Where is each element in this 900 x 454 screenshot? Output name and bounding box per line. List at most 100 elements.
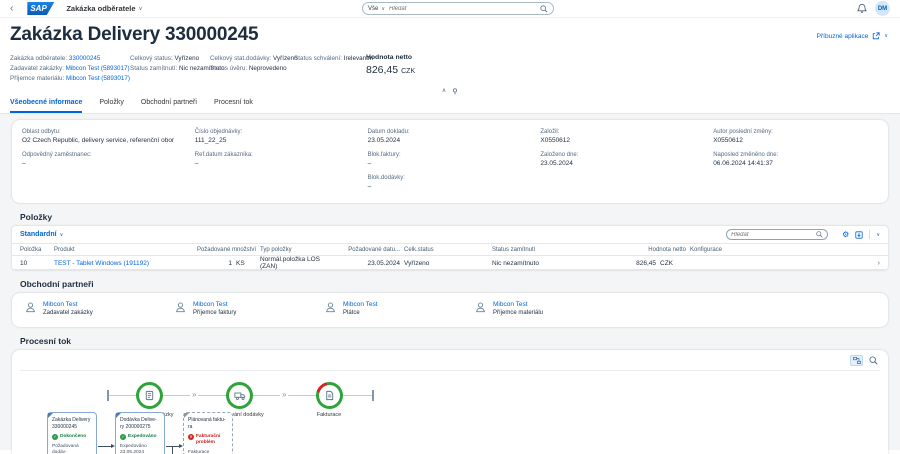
- export-menu-chevron[interactable]: ∨: [876, 231, 880, 239]
- field-label: Příjemce materiálu:: [10, 75, 64, 82]
- back-icon[interactable]: ‹: [10, 4, 13, 14]
- table-row[interactable]: 10 TEST - Tablet Windows (191192) 1 KS N…: [12, 256, 888, 270]
- partner-name-link[interactable]: Mibcon Test: [493, 301, 543, 308]
- field-label: Blok.dodávky:: [368, 174, 533, 182]
- chevron-down-icon[interactable]: ∨: [60, 232, 64, 238]
- shell-search[interactable]: Vše ∨: [362, 2, 554, 15]
- col-header[interactable]: Hodnota netto: [596, 247, 686, 253]
- stage-label: Fakturace: [287, 412, 371, 418]
- cell-unit: KS: [236, 260, 256, 267]
- person-icon: [174, 301, 187, 314]
- col-header[interactable]: Položka: [20, 247, 50, 253]
- process-flow-toolbar: [12, 350, 888, 370]
- chevron-down-icon[interactable]: ∨: [381, 6, 385, 12]
- flow-card-order[interactable]: Zakázka Delivery330000245 ✓Dokončeno Pož…: [47, 412, 97, 454]
- double-chevron-icon: »: [190, 390, 198, 400]
- field-value-link[interactable]: Mibcon Test (5893017): [66, 65, 130, 72]
- flow-start-marker: [107, 390, 109, 401]
- field-value-link[interactable]: Mibcon Test (5893017): [66, 75, 130, 82]
- field-value: 23.05.2024: [368, 137, 533, 145]
- partner-name-link[interactable]: Mibcon Test: [43, 301, 93, 308]
- tab-items[interactable]: Položky: [99, 96, 124, 113]
- field-value: –: [195, 160, 360, 168]
- col-header[interactable]: Status zamítnutí: [492, 247, 592, 253]
- partner-entry: Mibcon TestPříjemce materiálu: [474, 301, 624, 319]
- chevron-down-icon[interactable]: ∨: [139, 6, 143, 12]
- items-toolbar: Standardní ∨ ⚙ ∨: [12, 226, 888, 243]
- cell-type: Normál.položka LOS (ZAN): [260, 256, 336, 270]
- flow-arrow: [98, 446, 112, 447]
- partner-entry: Mibcon TestPříjemce faktury: [174, 301, 324, 319]
- items-search-input[interactable]: [731, 232, 816, 238]
- field-label: Blok.faktury:: [368, 151, 533, 159]
- info-col: Datum dokladu:23.05.2024 Blok.faktury:– …: [368, 128, 533, 197]
- flow-branch-line: [172, 446, 173, 454]
- stage-node-billing[interactable]: [316, 382, 343, 409]
- cell-currency: CZK: [660, 260, 686, 267]
- partner-name-link[interactable]: Mibcon Test: [343, 301, 378, 308]
- items-table-header: Položka Produkt Požadované množství Typ …: [12, 243, 888, 256]
- tab-partners[interactable]: Obchodní partneři: [141, 96, 197, 113]
- shell-bar: ‹ SAP Zakázka odběratele ∨ Vše ∨ DM: [0, 0, 900, 18]
- header-field: Celkový status: Vyřízeno: [130, 54, 210, 64]
- info-field: Ref.datum zákazníka:–: [195, 151, 360, 168]
- flow-card-title: Zakázka Delivery: [52, 417, 90, 423]
- field-label: Datum dokladu:: [368, 128, 533, 136]
- divider: [20, 370, 880, 371]
- items-search[interactable]: [726, 229, 828, 240]
- zoom-icon[interactable]: [869, 356, 878, 365]
- stage-node-delivery[interactable]: [226, 382, 253, 409]
- export-icon[interactable]: [855, 231, 863, 239]
- field-value-link[interactable]: 330000245: [69, 55, 101, 62]
- header-col-identifiers: Zakázka odběratele: 330000245 Zadavatel …: [10, 54, 130, 84]
- flow-card-title: Dodávka Delive-: [120, 417, 157, 423]
- pin-header-button[interactable]: [452, 88, 458, 95]
- page: ‹ SAP Zakázka odběratele ∨ Vše ∨ DM Zaká…: [0, 0, 900, 454]
- shell-app-title[interactable]: Zakázka odběratele: [66, 4, 135, 13]
- col-header[interactable]: Typ položky: [260, 247, 336, 253]
- col-header[interactable]: Produkt: [54, 247, 158, 253]
- header-net-value: Hodnota netto 826,45CZK: [366, 54, 890, 84]
- search-icon[interactable]: [816, 231, 823, 238]
- search-scope[interactable]: Vše: [368, 6, 378, 12]
- view-selector[interactable]: Standardní: [20, 231, 57, 238]
- process-flow-section-heading: Procesní tok: [20, 336, 888, 346]
- info-field: Odpovědný zaměstnanec:–: [22, 151, 187, 168]
- col-header[interactable]: Konfigurace: [690, 247, 864, 253]
- info-field: Naposled změněno dne:06.06.2024 14:41:37: [713, 151, 878, 168]
- field-value: X0550612: [713, 137, 878, 145]
- tab-general-info[interactable]: Všeobecné informace: [10, 96, 82, 113]
- shell-search-input[interactable]: [389, 6, 540, 12]
- stage-node-order[interactable]: [136, 382, 163, 409]
- flow-view-toggle-button[interactable]: [850, 355, 863, 366]
- avatar[interactable]: DM: [875, 1, 890, 16]
- cell-product-link[interactable]: TEST - Tablet Windows (191192): [54, 260, 158, 267]
- flow-card-delivery[interactable]: Dodávka Delive-ry 200000275 ✓Expedováno …: [115, 412, 165, 454]
- collapse-header-button[interactable]: ∧: [442, 88, 446, 94]
- info-field: Založeno dne:23.05.2024: [540, 151, 705, 168]
- tab-process-flow[interactable]: Procesní tok: [214, 96, 253, 113]
- col-header[interactable]: Požadované množství: [162, 247, 256, 253]
- header-collapse-controls: ∧: [10, 86, 890, 96]
- col-header[interactable]: Celk.status: [404, 247, 488, 253]
- field-label: Celkový stat.dodávky:: [210, 55, 271, 62]
- flow-card-status: Expedováno: [128, 434, 157, 440]
- related-apps-button[interactable]: Příbuzné aplikace ∨: [817, 32, 888, 40]
- page-title: Zakázka Delivery 330000245: [10, 24, 890, 46]
- bell-icon[interactable]: [857, 3, 867, 14]
- col-header[interactable]: Požadované datu...: [340, 247, 400, 253]
- info-field: Oblast odbytu:O2 Czech Republic, deliver…: [22, 128, 187, 145]
- header-field: Status úvěru: Neprovedeno: [210, 64, 294, 74]
- field-value: X0550612: [540, 137, 705, 145]
- partner-name-link[interactable]: Mibcon Test: [193, 301, 236, 308]
- shell-actions: DM: [857, 1, 890, 16]
- sap-logo[interactable]: SAP: [27, 2, 54, 15]
- cell-item: 10: [20, 260, 50, 267]
- row-chevron-icon[interactable]: ›: [868, 260, 880, 267]
- field-value: O2 Czech Republic, delivery service, ref…: [22, 137, 187, 145]
- search-icon[interactable]: [540, 5, 548, 13]
- cell-rejection: Nic nezamítnuto: [492, 260, 592, 267]
- field-label: Status schválení:: [294, 55, 342, 62]
- flow-card-invoice-planned[interactable]: Plánovaná faktu-ra ✕Fakturačníproblém Fa…: [183, 412, 233, 454]
- settings-gear-icon[interactable]: ⚙: [842, 231, 849, 239]
